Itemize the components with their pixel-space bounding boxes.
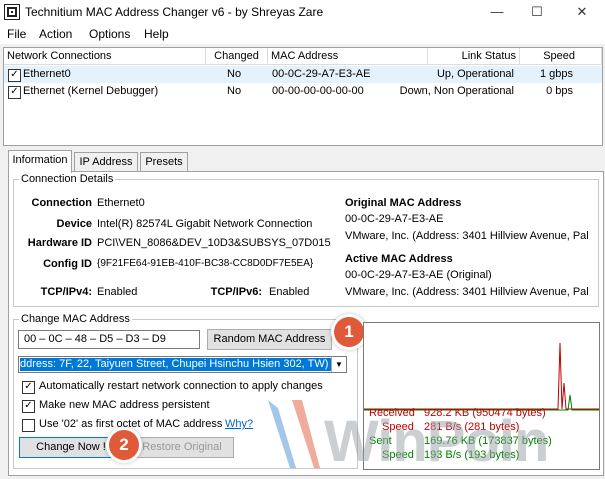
sent-speed-value: 193 B/s (193 bytes) [424, 449, 520, 461]
change-mac-title: Change MAC Address [19, 313, 132, 325]
tab-ip-address[interactable]: IP Address [74, 152, 138, 171]
tcpipv6-value: Enabled [269, 286, 310, 298]
col-header-link-status[interactable]: Link Status [428, 48, 520, 65]
col-header-speed[interactable]: Speed [520, 48, 602, 65]
chevron-down-icon[interactable]: ▼ [331, 357, 346, 372]
use-02-label[interactable]: Use '02' as first octet of MAC address [39, 418, 222, 430]
connection-row[interactable]: ✓ Ethernet (Kernel Debugger) No 00-00-00… [4, 83, 602, 100]
sent-label: Sent [369, 435, 392, 447]
tcpipv6-label: TCP/IPv6: [210, 286, 262, 298]
row-checkbox[interactable]: ✓ [8, 69, 21, 82]
col-header-changed[interactable]: Changed [206, 48, 268, 65]
tab-information[interactable]: Information [8, 150, 72, 173]
received-series [364, 342, 599, 410]
step-1-badge: 1 [334, 317, 364, 347]
traffic-graph: Received 928.2 KB (950474 bytes) Speed 2… [363, 322, 600, 470]
tcpipv4-value: Enabled [97, 286, 138, 298]
hardware-id-value: PCI\VEN_8086&DEV_10D3&SUBSYS_07D015A [97, 237, 331, 249]
minimize-button[interactable]: — [480, 0, 514, 24]
row-mac: 00-0C-29-A7-E3-AE [272, 68, 371, 80]
active-vendor: VMware, Inc. (Address: 3401 Hillview Ave… [345, 286, 589, 298]
hardware-id-label: Hardware ID [27, 237, 92, 249]
menu-bar: File Action Options Help [0, 24, 605, 44]
change-now-button[interactable]: Change Now ! [19, 437, 123, 458]
menu-help[interactable]: Help [144, 27, 169, 41]
connection-label: Connection [31, 197, 93, 209]
mac-address-input[interactable]: 00 – 0C – 48 – D5 – D3 – D9 [18, 330, 200, 349]
vendor-select-value: ddress: 7F, 22, Taiyuen Street, Chupei H… [20, 358, 332, 371]
random-mac-button[interactable]: Random MAC Address [207, 329, 332, 350]
row-changed: No [227, 85, 242, 97]
received-label: Received [369, 407, 415, 419]
menu-options[interactable]: Options [89, 27, 130, 41]
col-header-mac[interactable]: MAC Address [268, 48, 428, 65]
menu-file[interactable]: File [7, 27, 26, 41]
row-name: Ethernet0 [23, 68, 71, 80]
col-header-connections[interactable]: Network Connections [4, 48, 206, 65]
connections-list[interactable]: Network Connections Changed MAC Address … [3, 47, 603, 146]
menu-action[interactable]: Action [39, 27, 72, 41]
connection-row[interactable]: ✓ Ethernet0 No 00-0C-29-A7-E3-AE Up, Ope… [4, 66, 602, 83]
original-mac-value: 00-0C-29-A7-E3-AE [345, 213, 444, 225]
row-speed: 1 gbps [539, 68, 573, 80]
app-icon [4, 4, 20, 20]
use-02-checkbox[interactable] [22, 419, 35, 432]
config-id-label: Config ID [43, 258, 92, 270]
persistent-checkbox[interactable]: ✓ [22, 400, 35, 413]
active-mac-value: 00-0C-29-A7-E3-AE (Original) [345, 269, 492, 281]
device-value: Intel(R) 82574L Gigabit Network Connecti… [97, 218, 313, 230]
tab-presets[interactable]: Presets [140, 152, 188, 171]
original-vendor: VMware, Inc. (Address: 3401 Hillview Ave… [345, 230, 589, 242]
restore-original-button[interactable]: Restore Original [130, 437, 234, 458]
active-mac-title: Active MAC Address [345, 253, 453, 265]
received-speed-label: Speed [382, 421, 414, 433]
sent-value: 169.76 KB (173837 bytes) [424, 435, 552, 447]
traffic-chart [364, 342, 599, 411]
maximize-button[interactable]: ☐ [520, 0, 554, 24]
row-mac: 00-00-00-00-00-00 [272, 85, 364, 97]
restart-checkbox[interactable]: ✓ [22, 381, 35, 394]
vendor-select[interactable]: ddress: 7F, 22, Taiyuen Street, Chupei H… [18, 356, 347, 373]
received-speed-value: 281 B/s (281 bytes) [424, 421, 520, 433]
row-changed: No [227, 68, 242, 80]
step-2-badge: 2 [109, 430, 139, 460]
sent-speed-label: Speed [382, 449, 414, 461]
row-name: Ethernet (Kernel Debugger) [23, 85, 159, 97]
row-checkbox[interactable]: ✓ [8, 86, 21, 99]
received-value: 928.2 KB (950474 bytes) [424, 407, 546, 419]
row-status: Down, Non Operational [399, 85, 514, 97]
close-button[interactable]: ✕ [565, 0, 599, 24]
connection-value: Ethernet0 [97, 197, 145, 209]
row-status: Up, Operational [436, 68, 514, 80]
window-title: Technitium MAC Address Changer v6 - by S… [25, 5, 324, 19]
connection-details-title: Connection Details [19, 173, 116, 185]
restart-label[interactable]: Automatically restart network connection… [39, 380, 323, 392]
config-id-value: {9F21FE64-91EB-410F-BC38-CC8D0DF7E5EA} [97, 258, 314, 269]
row-speed: 0 bps [546, 85, 573, 97]
persistent-label[interactable]: Make new MAC address persistent [39, 399, 210, 411]
original-mac-title: Original MAC Address [345, 197, 462, 209]
tcpipv4-label: TCP/IPv4: [40, 286, 92, 298]
device-label: Device [56, 218, 92, 230]
title-bar: Technitium MAC Address Changer v6 - by S… [0, 0, 605, 24]
why-link[interactable]: Why? [225, 418, 253, 430]
